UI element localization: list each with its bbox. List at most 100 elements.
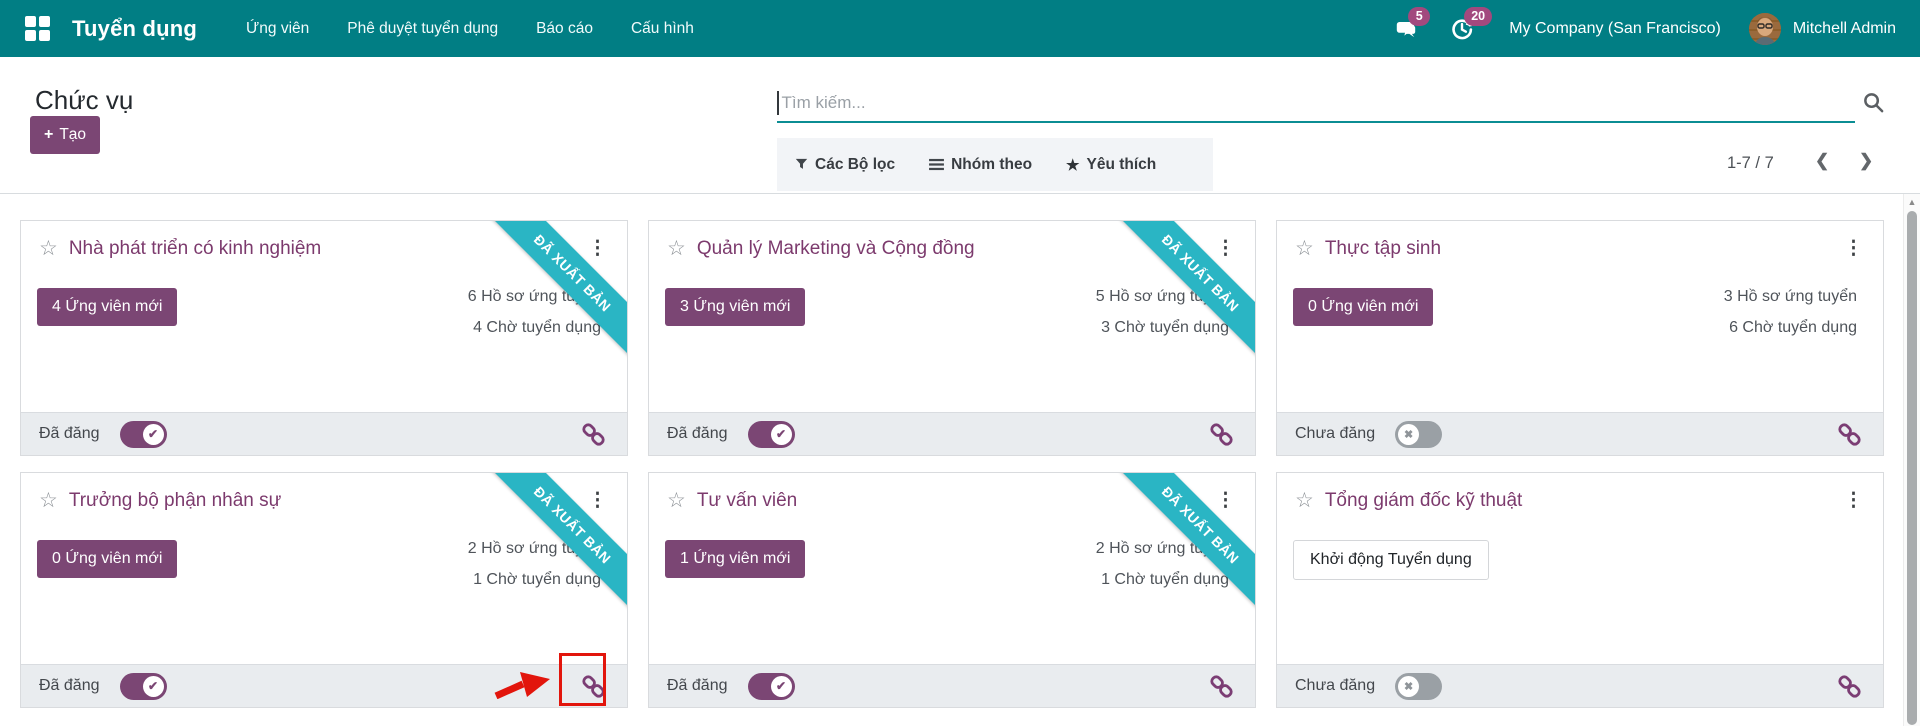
card-footer: Đã đăng ✔ (649, 664, 1255, 707)
favorites-button[interactable]: ★ Yêu thích (1066, 156, 1156, 174)
main-menu: Ứng viên Phê duyệt tuyển dụng Báo cáo Cấ… (227, 0, 713, 57)
kebab-menu-icon[interactable]: ⋮ (582, 237, 613, 260)
company-switcher[interactable]: My Company (San Francisco) (1509, 20, 1721, 38)
filter-funnel-icon (795, 158, 808, 171)
scrollbar-thumb[interactable] (1907, 211, 1917, 725)
app-brand[interactable]: Tuyển dụng (72, 16, 197, 42)
job-card[interactable]: ĐÃ XUẤT BẢN ☆ Quản lý Marketing và Cộng … (648, 220, 1256, 456)
kanban-view: ĐÃ XUẤT BẢN ☆ Nhà phát triển có kinh ngh… (0, 194, 1920, 726)
pager-previous-button[interactable]: ❮ (1815, 151, 1829, 171)
menu-item-configuration[interactable]: Cấu hình (612, 0, 713, 57)
page-title: Chức vụ (35, 85, 133, 116)
job-card[interactable]: ☆ Thực tập sinh ⋮ 0 Ứng viên mới 3 Hồ sơ… (1276, 220, 1884, 456)
job-action-button[interactable]: 3 Ứng viên mới (665, 288, 805, 326)
publish-toggle[interactable]: ✔ (120, 421, 167, 448)
menu-item-candidates[interactable]: Ứng viên (227, 0, 328, 57)
activities-badge: 20 (1464, 7, 1492, 26)
systray: 5 20 My Company (San Francisco) (1393, 13, 1896, 45)
job-title[interactable]: Tư vấn viên (697, 490, 797, 512)
publish-state-label: Chưa đăng (1295, 677, 1375, 695)
card-footer: Đã đăng ✔ (649, 412, 1255, 455)
toggle-knob: ✔ (771, 676, 792, 697)
job-title[interactable]: Tổng giám đốc kỹ thuật (1325, 490, 1523, 512)
job-title[interactable]: Nhà phát triển có kinh nghiệm (69, 238, 321, 260)
job-title[interactable]: Quản lý Marketing và Cộng đồng (697, 238, 975, 260)
messages-badge: 5 (1408, 7, 1430, 26)
link-icon[interactable] (580, 673, 607, 700)
publish-state-label: Đã đăng (667, 425, 728, 443)
scrollbar-up-arrow[interactable]: ▲ (1904, 197, 1920, 207)
stat-line: 3 Chờ tuyển dụng (1096, 312, 1229, 343)
job-card[interactable]: ĐÃ XUẤT BẢN ☆ Trưởng bộ phận nhân sự ⋮ 0… (20, 472, 628, 708)
publish-toggle[interactable]: ✔ (748, 421, 795, 448)
publish-state-label: Đã đăng (667, 677, 728, 695)
menu-item-reporting[interactable]: Báo cáo (517, 0, 612, 57)
job-action-button[interactable]: Khởi động Tuyển dụng (1293, 540, 1489, 580)
favorite-star-icon[interactable]: ☆ (39, 490, 58, 511)
stat-line: 6 Chờ tuyển dụng (1724, 312, 1857, 343)
top-navbar: Tuyển dụng Ứng viên Phê duyệt tuyển dụng… (0, 0, 1920, 57)
favorite-star-icon[interactable]: ☆ (667, 490, 686, 511)
favorite-star-icon[interactable]: ☆ (1295, 490, 1314, 511)
kebab-menu-icon[interactable]: ⋮ (582, 489, 613, 512)
group-by-label: Nhóm theo (951, 156, 1032, 174)
job-stats: 3 Hồ sơ ứng tuyển6 Chờ tuyển dụng (1724, 281, 1857, 343)
publish-toggle[interactable]: ✔ (748, 673, 795, 700)
publish-state-label: Đã đăng (39, 425, 100, 443)
card-footer: Chưa đăng ✖ (1277, 664, 1883, 707)
job-title[interactable]: Trưởng bộ phận nhân sự (69, 490, 282, 512)
job-action-button[interactable]: 4 Ứng viên mới (37, 288, 177, 326)
toggle-knob: ✖ (1398, 424, 1419, 445)
search-icon[interactable] (1862, 91, 1885, 119)
control-panel: Chức vụ + Tạo Tìm kiếm... Các Bộ lọc Nhóm… (0, 57, 1920, 194)
stat-line: 3 Hồ sơ ứng tuyển (1724, 281, 1857, 312)
apps-menu-icon[interactable] (25, 16, 50, 41)
messages-icon[interactable]: 5 (1393, 16, 1419, 42)
pager-range: 1-7 / 7 (1727, 154, 1774, 173)
link-icon[interactable] (1208, 673, 1235, 700)
toggle-knob: ✔ (771, 424, 792, 445)
vertical-scrollbar[interactable]: ▲ (1903, 194, 1920, 726)
kebab-menu-icon[interactable]: ⋮ (1210, 237, 1241, 260)
link-icon[interactable] (580, 421, 607, 448)
publish-toggle[interactable]: ✔ (120, 673, 167, 700)
create-button[interactable]: + Tạo (30, 116, 100, 154)
stat-line: 1 Chờ tuyển dụng (468, 564, 601, 595)
link-icon[interactable] (1836, 673, 1863, 700)
menu-item-recruitment-approvals[interactable]: Phê duyệt tuyển dụng (328, 0, 517, 57)
card-footer: Chưa đăng ✖ (1277, 412, 1883, 455)
favorite-star-icon[interactable]: ☆ (1295, 238, 1314, 259)
publish-toggle[interactable]: ✖ (1395, 421, 1442, 448)
job-card[interactable]: ĐÃ XUẤT BẢN ☆ Tư vấn viên ⋮ 1 Ứng viên m… (648, 472, 1256, 708)
plus-icon: + (44, 126, 53, 143)
job-action-button[interactable]: 1 Ứng viên mới (665, 540, 805, 578)
job-card[interactable]: ĐÃ XUẤT BẢN ☆ Nhà phát triển có kinh ngh… (20, 220, 628, 456)
link-icon[interactable] (1836, 421, 1863, 448)
user-menu[interactable]: Mitchell Admin (1793, 20, 1896, 38)
toggle-knob: ✔ (143, 676, 164, 697)
create-button-label: Tạo (59, 126, 86, 143)
publish-state-label: Đã đăng (39, 677, 100, 695)
text-cursor (777, 91, 779, 115)
link-icon[interactable] (1208, 421, 1235, 448)
job-title[interactable]: Thực tập sinh (1325, 238, 1441, 260)
card-footer: Đã đăng ✔ (21, 664, 627, 707)
toggle-knob: ✔ (143, 424, 164, 445)
favorite-star-icon[interactable]: ☆ (39, 238, 58, 259)
user-avatar[interactable] (1749, 13, 1781, 45)
kebab-menu-icon[interactable]: ⋮ (1210, 489, 1241, 512)
job-card[interactable]: ☆ Tổng giám đốc kỹ thuật ⋮ Khởi động Tuy… (1276, 472, 1884, 708)
activities-icon[interactable]: 20 (1449, 16, 1475, 42)
publish-toggle[interactable]: ✖ (1395, 673, 1442, 700)
favorite-star-icon[interactable]: ☆ (667, 238, 686, 259)
filters-button[interactable]: Các Bộ lọc (795, 156, 895, 174)
search-input[interactable]: Tìm kiếm... (777, 85, 1855, 123)
job-action-button[interactable]: 0 Ứng viên mới (37, 540, 177, 578)
publish-state-label: Chưa đăng (1295, 425, 1375, 443)
kebab-menu-icon[interactable]: ⋮ (1838, 489, 1869, 512)
job-action-button[interactable]: 0 Ứng viên mới (1293, 288, 1433, 326)
group-by-icon (929, 158, 944, 171)
pager-next-button[interactable]: ❯ (1859, 151, 1873, 171)
kebab-menu-icon[interactable]: ⋮ (1838, 237, 1869, 260)
group-by-button[interactable]: Nhóm theo (929, 156, 1032, 174)
